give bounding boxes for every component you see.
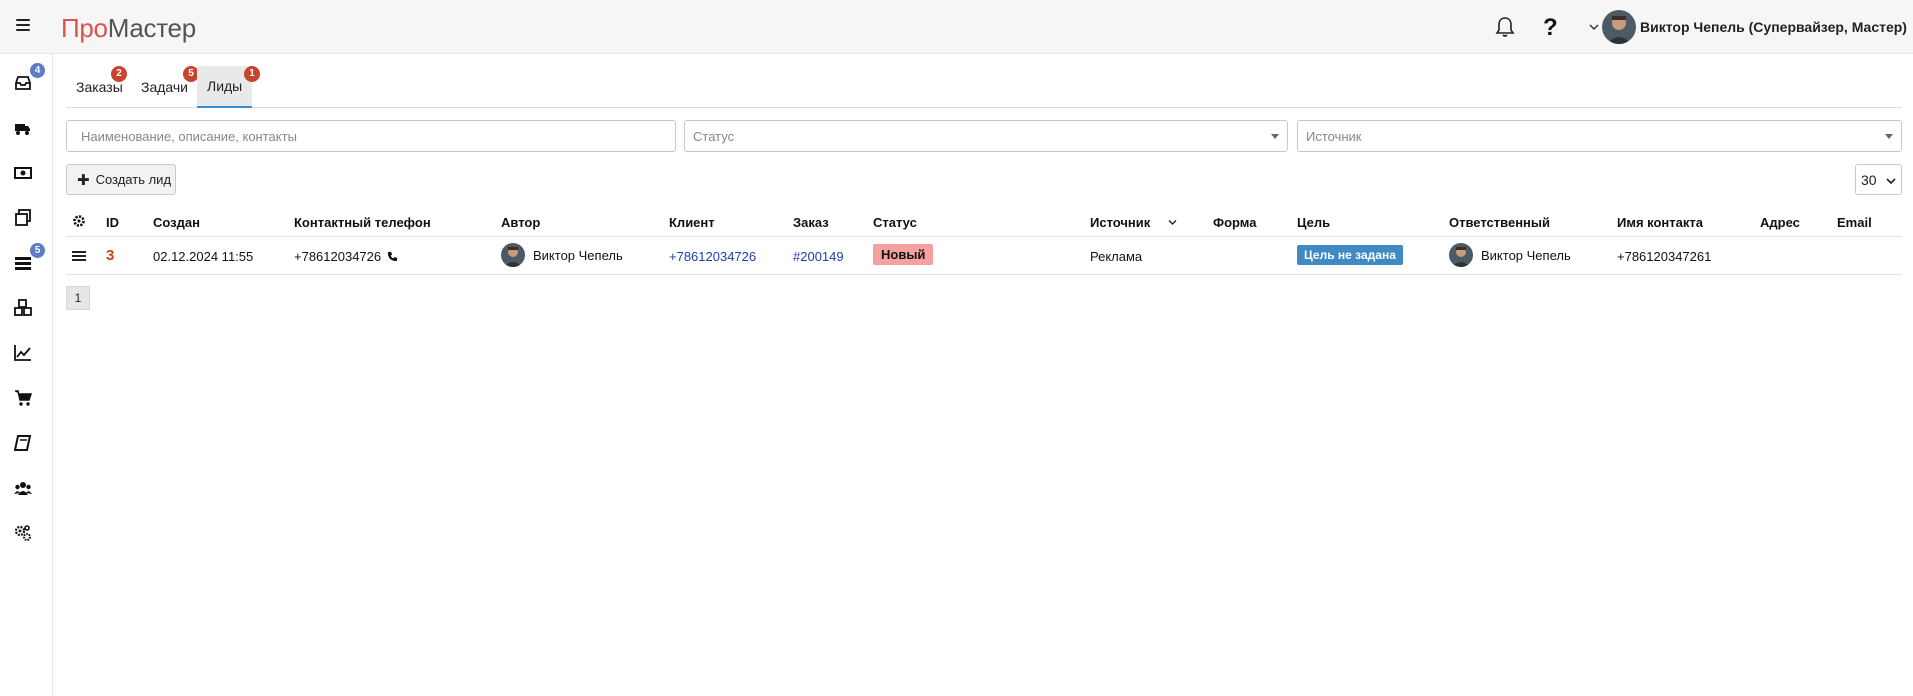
contact-name: +786120347261 <box>1617 249 1712 264</box>
per-page-value: 30 <box>1861 171 1877 188</box>
user-avatar <box>1602 10 1636 44</box>
client-link[interactable]: +78612034726 <box>669 249 756 264</box>
responsible-cell: Виктор Чепель <box>1449 243 1571 267</box>
tab-orders-badge: 2 <box>111 66 127 82</box>
hamburger-menu-icon[interactable] <box>16 19 30 35</box>
column-header-source[interactable]: Источник <box>1090 215 1150 230</box>
sidebar-item-warehouse[interactable] <box>14 299 36 319</box>
responsible-avatar <box>1449 243 1473 267</box>
status-badge: Новый <box>873 244 934 265</box>
source-select[interactable]: Источник <box>1297 120 1902 152</box>
tab-leads[interactable]: Лиды 1 <box>197 66 260 108</box>
column-header-order[interactable]: Заказ <box>793 215 829 230</box>
search-field[interactable] <box>66 120 676 152</box>
user-menu[interactable]: Виктор Чепель (Супервайзер, Мастер) <box>1588 10 1907 44</box>
sidebar-badge-inbox: 4 <box>30 63 45 78</box>
list-icon <box>15 257 31 270</box>
tab-tasks[interactable]: Задачи 5 <box>131 66 199 108</box>
created-date: 02.12.2024 11:55 <box>153 249 254 264</box>
phone-icon[interactable] <box>387 251 398 262</box>
pagination-page-1[interactable]: 1 <box>66 286 90 310</box>
inbox-icon <box>15 76 31 90</box>
table-row[interactable]: 3 02.12.2024 11:55 +78612034726 Виктор Ч… <box>66 237 1902 275</box>
column-header-goal[interactable]: Цель <box>1297 215 1330 230</box>
copy-icon <box>15 209 31 226</box>
column-header-client[interactable]: Клиент <box>669 215 715 230</box>
sidebar-item-delivery[interactable] <box>14 119 36 139</box>
column-header-author[interactable]: Автор <box>501 215 540 230</box>
sort-chevron-icon[interactable] <box>1168 219 1177 226</box>
sidebar-item-documents[interactable] <box>14 209 36 229</box>
author-avatar <box>501 243 525 267</box>
leads-table: ID Создан Контактный телефон Автор Клиен… <box>66 207 1902 275</box>
column-header-contact-name[interactable]: Имя контакта <box>1617 215 1703 230</box>
tab-leads-badge: 1 <box>244 66 260 82</box>
per-page-select[interactable]: 30 <box>1855 164 1902 195</box>
responsible-name: Виктор Чепель <box>1481 247 1571 263</box>
book-icon <box>13 435 32 451</box>
search-input[interactable] <box>81 128 661 144</box>
help-icon[interactable]: ? <box>1543 14 1558 42</box>
sidebar-item-lists[interactable]: 5 <box>14 243 45 274</box>
chevron-down-icon <box>1589 24 1599 31</box>
create-lead-label: Создать лид <box>95 172 172 187</box>
cart-icon <box>15 390 33 406</box>
column-header-phone[interactable]: Контактный телефон <box>294 215 431 230</box>
chevron-down-icon <box>1886 178 1896 185</box>
column-header-responsible[interactable]: Ответственный <box>1449 215 1550 230</box>
sidebar-item-analytics[interactable] <box>14 344 36 364</box>
sidebar-item-knowledge[interactable] <box>13 434 36 454</box>
tab-orders[interactable]: Заказы 2 <box>66 66 127 108</box>
author-cell: Виктор Чепель <box>501 243 623 267</box>
source-select-placeholder: Источник <box>1306 128 1362 144</box>
status-select-placeholder: Статус <box>693 128 735 144</box>
column-header-id[interactable]: ID <box>106 215 119 230</box>
sidebar-item-settings[interactable] <box>14 524 36 544</box>
line-chart-icon <box>14 345 31 361</box>
tab-leads-label: Лиды <box>207 78 243 94</box>
author-name: Виктор Чепель <box>533 247 623 263</box>
top-bar: ПроМастер ? Виктор Чепель (Супервайзер, … <box>0 0 1913 54</box>
column-header-form[interactable]: Форма <box>1213 215 1256 230</box>
row-menu-icon[interactable] <box>72 250 86 265</box>
sidebar-badge-lists: 5 <box>30 243 45 258</box>
column-header-email[interactable]: Email <box>1837 215 1872 230</box>
sidebar-item-inbox[interactable]: 4 <box>14 63 45 94</box>
goal-badge: Цель не задана <box>1297 245 1403 265</box>
tab-bar: Заказы 2 Задачи 5 Лиды 1 <box>66 66 1902 108</box>
truck-icon <box>15 124 30 135</box>
order-link[interactable]: #200149 <box>793 249 844 264</box>
sidebar-item-finance[interactable] <box>14 164 36 184</box>
column-header-address[interactable]: Адрес <box>1760 215 1800 230</box>
column-header-created[interactable]: Создан <box>153 215 200 230</box>
logo-part2: Мастер <box>107 13 196 43</box>
tab-tasks-label: Задачи <box>141 79 189 95</box>
sidebar: 4 5 <box>0 54 53 696</box>
caret-down-icon <box>1885 134 1893 139</box>
user-name: Виктор Чепель (Супервайзер, Мастер) <box>1640 19 1907 35</box>
column-header-status[interactable]: Статус <box>873 215 917 230</box>
caret-down-icon <box>1271 134 1279 139</box>
money-icon <box>14 167 32 179</box>
plus-icon: ✚ <box>77 171 90 189</box>
sidebar-item-shop[interactable] <box>14 389 36 409</box>
contact-phone-value: +78612034726 <box>294 249 382 264</box>
cubes-icon <box>14 299 32 316</box>
sidebar-item-employees[interactable] <box>14 479 36 499</box>
table-header: ID Создан Контактный телефон Автор Клиен… <box>66 207 1902 237</box>
app-logo[interactable]: ПроМастер <box>61 13 196 44</box>
cogs-icon <box>14 525 31 541</box>
create-lead-button[interactable]: ✚ Создать лид <box>66 164 176 195</box>
source-value: Реклама <box>1090 249 1143 264</box>
bell-icon[interactable] <box>1495 16 1517 38</box>
gear-icon[interactable] <box>72 214 86 231</box>
lead-id[interactable]: 3 <box>106 247 114 264</box>
status-select[interactable]: Статус <box>684 120 1288 152</box>
contact-phone: +78612034726 <box>294 249 398 264</box>
users-icon <box>14 482 32 495</box>
logo-part1: Про <box>61 13 108 43</box>
